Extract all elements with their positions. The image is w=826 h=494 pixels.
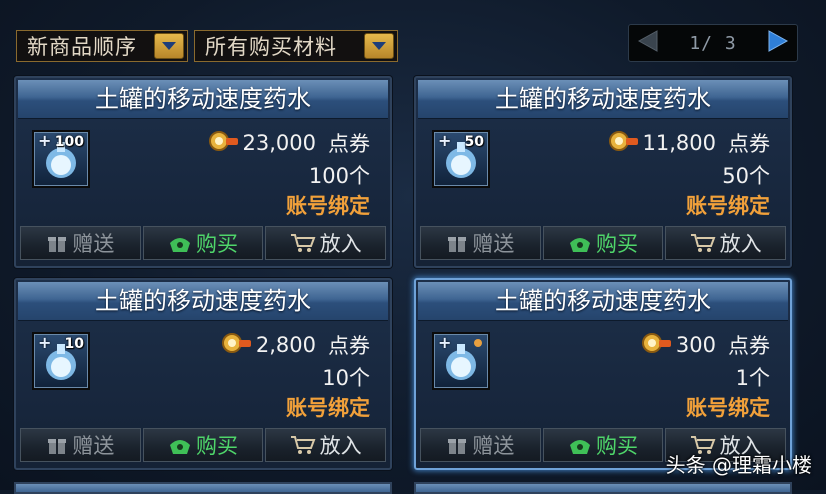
coin-icon bbox=[641, 331, 672, 360]
cart-button-label: 放入 bbox=[719, 232, 762, 256]
chevron-down-icon[interactable] bbox=[154, 33, 184, 59]
plus-mark: + bbox=[438, 131, 452, 150]
binding-label: 账号绑定 bbox=[686, 396, 770, 420]
gift-icon bbox=[446, 434, 468, 456]
buy-button[interactable]: 购买 bbox=[142, 428, 264, 462]
currency-label: 点券 bbox=[728, 132, 770, 156]
binding-label: 账号绑定 bbox=[686, 194, 770, 218]
item-count: 1个 bbox=[735, 366, 770, 390]
icon-quantity-badge: 50 bbox=[464, 134, 484, 150]
item-card[interactable]: 土罐的移动速度药水 + 10 2,800 点券 10个 账号绑定 赠送 购买 放… bbox=[14, 278, 392, 470]
item-card-selected[interactable]: 土罐的移动速度药水 + 300 点券 1个 账号绑定 赠送 购买 放入 bbox=[414, 278, 792, 470]
potion-icon[interactable]: + bbox=[432, 332, 490, 390]
item-card-partial bbox=[14, 482, 392, 494]
icon-quantity-badge: 10 bbox=[64, 336, 84, 352]
currency-label: 点券 bbox=[728, 334, 770, 358]
item-count: 100个 bbox=[308, 164, 370, 188]
item-title: 土罐的移动速度药水 bbox=[418, 80, 788, 119]
action-bar: 赠送 购买 放入 bbox=[20, 428, 387, 462]
gift-button[interactable]: 赠送 bbox=[20, 226, 141, 260]
cart-icon bbox=[690, 232, 716, 254]
binding-label: 账号绑定 bbox=[286, 194, 370, 218]
plus-mark: + bbox=[38, 333, 52, 352]
buy-icon bbox=[568, 434, 592, 456]
item-title: 土罐的移动速度药水 bbox=[18, 80, 388, 119]
icon-quantity-badge: 100 bbox=[54, 134, 84, 150]
gift-button[interactable]: 赠送 bbox=[20, 428, 141, 462]
buy-icon bbox=[168, 232, 192, 254]
cart-icon bbox=[290, 434, 316, 456]
gift-button[interactable]: 赠送 bbox=[420, 428, 541, 462]
plus-mark: + bbox=[38, 131, 52, 150]
binding-label: 账号绑定 bbox=[286, 396, 370, 420]
gift-icon bbox=[446, 232, 468, 254]
item-title: 土罐的移动速度药水 bbox=[18, 282, 388, 321]
cart-button[interactable]: 放入 bbox=[265, 226, 387, 260]
cart-button[interactable]: 放入 bbox=[665, 226, 787, 260]
price-value: 300 bbox=[675, 333, 716, 357]
buy-icon bbox=[168, 434, 192, 456]
sort-dropdown-label: 新商品顺序 bbox=[27, 35, 137, 59]
buy-button[interactable]: 购买 bbox=[542, 428, 664, 462]
cart-button[interactable]: 放入 bbox=[265, 428, 387, 462]
buy-button[interactable]: 购买 bbox=[542, 226, 664, 260]
coin-icon bbox=[208, 129, 239, 158]
sort-dropdown[interactable]: 新商品顺序 bbox=[16, 30, 188, 62]
action-bar: 赠送 购买 放入 bbox=[20, 226, 387, 260]
buy-button-label: 购买 bbox=[196, 232, 238, 256]
gift-button[interactable]: 赠送 bbox=[420, 226, 541, 260]
item-count: 50个 bbox=[722, 164, 770, 188]
coin-icon bbox=[221, 331, 252, 360]
item-card-partial bbox=[414, 482, 792, 494]
potion-icon[interactable]: + 10 bbox=[32, 332, 90, 390]
currency-label: 点券 bbox=[328, 334, 370, 358]
price-row: 11,800 点券 bbox=[608, 128, 770, 158]
page-indicator: 1/ 3 bbox=[689, 32, 737, 54]
material-dropdown-label: 所有购买材料 bbox=[205, 35, 337, 59]
gift-icon bbox=[46, 434, 68, 456]
action-bar: 赠送 购买 放入 bbox=[420, 226, 787, 260]
material-dropdown[interactable]: 所有购买材料 bbox=[194, 30, 398, 62]
buy-button-label: 购买 bbox=[596, 232, 638, 256]
gift-button-label: 赠送 bbox=[472, 434, 515, 458]
gift-button-label: 赠送 bbox=[472, 232, 515, 256]
cart-button-label: 放入 bbox=[319, 434, 362, 458]
cart-icon bbox=[290, 232, 316, 254]
buy-icon bbox=[568, 232, 592, 254]
buy-button-label: 购买 bbox=[596, 434, 638, 458]
item-count: 10个 bbox=[322, 366, 370, 390]
watermark: 头条 @理霜小楼 bbox=[665, 453, 812, 477]
price-value: 23,000 bbox=[242, 131, 316, 155]
plus-mark: + bbox=[438, 333, 452, 352]
buy-button-label: 购买 bbox=[196, 434, 238, 458]
gift-button-label: 赠送 bbox=[72, 434, 115, 458]
buy-button[interactable]: 购买 bbox=[142, 226, 264, 260]
price-row: 23,000 点券 bbox=[208, 128, 370, 158]
item-title: 土罐的移动速度药水 bbox=[418, 282, 788, 321]
price-value: 11,800 bbox=[642, 131, 716, 155]
price-row: 300 点券 bbox=[641, 330, 770, 360]
chevron-down-icon[interactable] bbox=[364, 33, 394, 59]
price-value: 2,800 bbox=[255, 333, 316, 357]
prev-page-icon[interactable] bbox=[635, 29, 661, 57]
pager: 1/ 3 bbox=[628, 24, 798, 62]
cart-button-label: 放入 bbox=[319, 232, 362, 256]
price-row: 2,800 点券 bbox=[221, 330, 370, 360]
potion-icon[interactable]: + 50 bbox=[432, 130, 490, 188]
item-card[interactable]: 土罐的移动速度药水 + 100 23,000 点券 100个 账号绑定 赠送 购… bbox=[14, 76, 392, 268]
potion-icon[interactable]: + 100 bbox=[32, 130, 90, 188]
gift-button-label: 赠送 bbox=[72, 232, 115, 256]
item-card[interactable]: 土罐的移动速度药水 + 50 11,800 点券 50个 账号绑定 赠送 购买 … bbox=[414, 76, 792, 268]
gift-icon bbox=[46, 232, 68, 254]
next-page-icon[interactable] bbox=[765, 29, 791, 57]
currency-label: 点券 bbox=[328, 132, 370, 156]
coin-icon bbox=[608, 129, 639, 158]
